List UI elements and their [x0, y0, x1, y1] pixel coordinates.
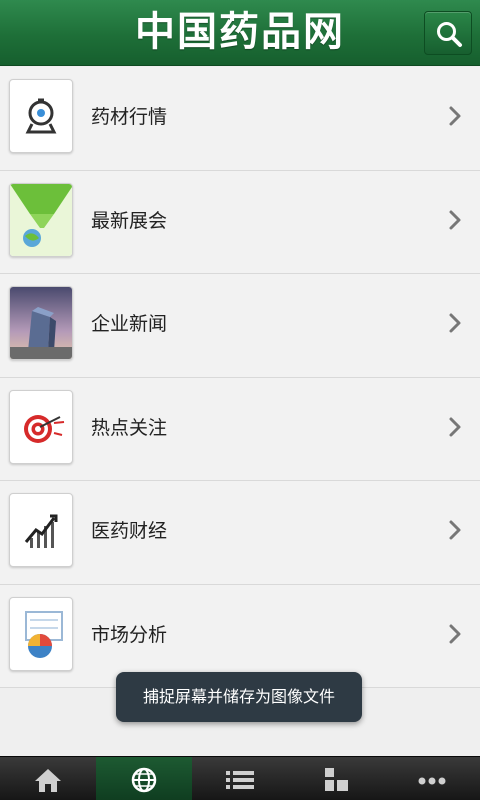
list-item-label: 药材行情	[91, 106, 168, 128]
toast-message: 捕捉屏幕并储存为图像文件	[116, 672, 362, 722]
pie-chart-icon	[9, 596, 73, 671]
home-icon	[35, 769, 61, 792]
pharmacy-icon	[9, 79, 73, 153]
list-item-herb-market[interactable]: 药材行情	[0, 67, 480, 171]
chevron-right-icon	[449, 210, 461, 229]
list-item-label: 企业新闻	[91, 313, 168, 335]
finance-chart-icon	[9, 493, 73, 567]
search-button[interactable]	[424, 11, 472, 55]
category-list: 药材行情 最新展会 企业新闻 热点关注 医药财经 市场分析	[0, 67, 480, 688]
list-item-hot-topics[interactable]: 热点关注	[0, 377, 480, 481]
chevron-right-icon	[449, 417, 461, 436]
blocks-icon	[325, 768, 348, 791]
tab-blocks[interactable]	[288, 757, 384, 800]
list-item-exhibitions[interactable]: 最新展会	[0, 170, 480, 274]
chevron-right-icon	[449, 624, 461, 643]
app-title: 中国药品网	[135, 9, 345, 55]
bottom-tab-bar	[0, 756, 480, 800]
more-icon	[418, 777, 446, 785]
tab-globe[interactable]	[96, 757, 192, 800]
app-header: 中国药品网	[0, 0, 480, 66]
chevron-right-icon	[449, 520, 461, 540]
search-icon	[437, 22, 462, 47]
chevron-right-icon	[449, 313, 461, 333]
exhibition-icon	[9, 182, 73, 257]
list-item-label: 热点关注	[91, 416, 168, 439]
list-icon	[226, 771, 254, 789]
tab-home[interactable]	[0, 757, 96, 800]
chevron-right-icon	[449, 106, 461, 126]
target-icon	[9, 389, 73, 464]
list-item-label: 医药财经	[91, 520, 168, 542]
tab-list[interactable]	[192, 757, 288, 800]
tab-more[interactable]	[384, 757, 480, 800]
list-item-company-news[interactable]: 企业新闻	[0, 274, 480, 378]
building-icon	[9, 286, 73, 360]
list-item-label: 最新展会	[91, 209, 168, 232]
list-item-pharma-finance[interactable]: 医药财经	[0, 481, 480, 585]
globe-icon	[131, 767, 157, 793]
